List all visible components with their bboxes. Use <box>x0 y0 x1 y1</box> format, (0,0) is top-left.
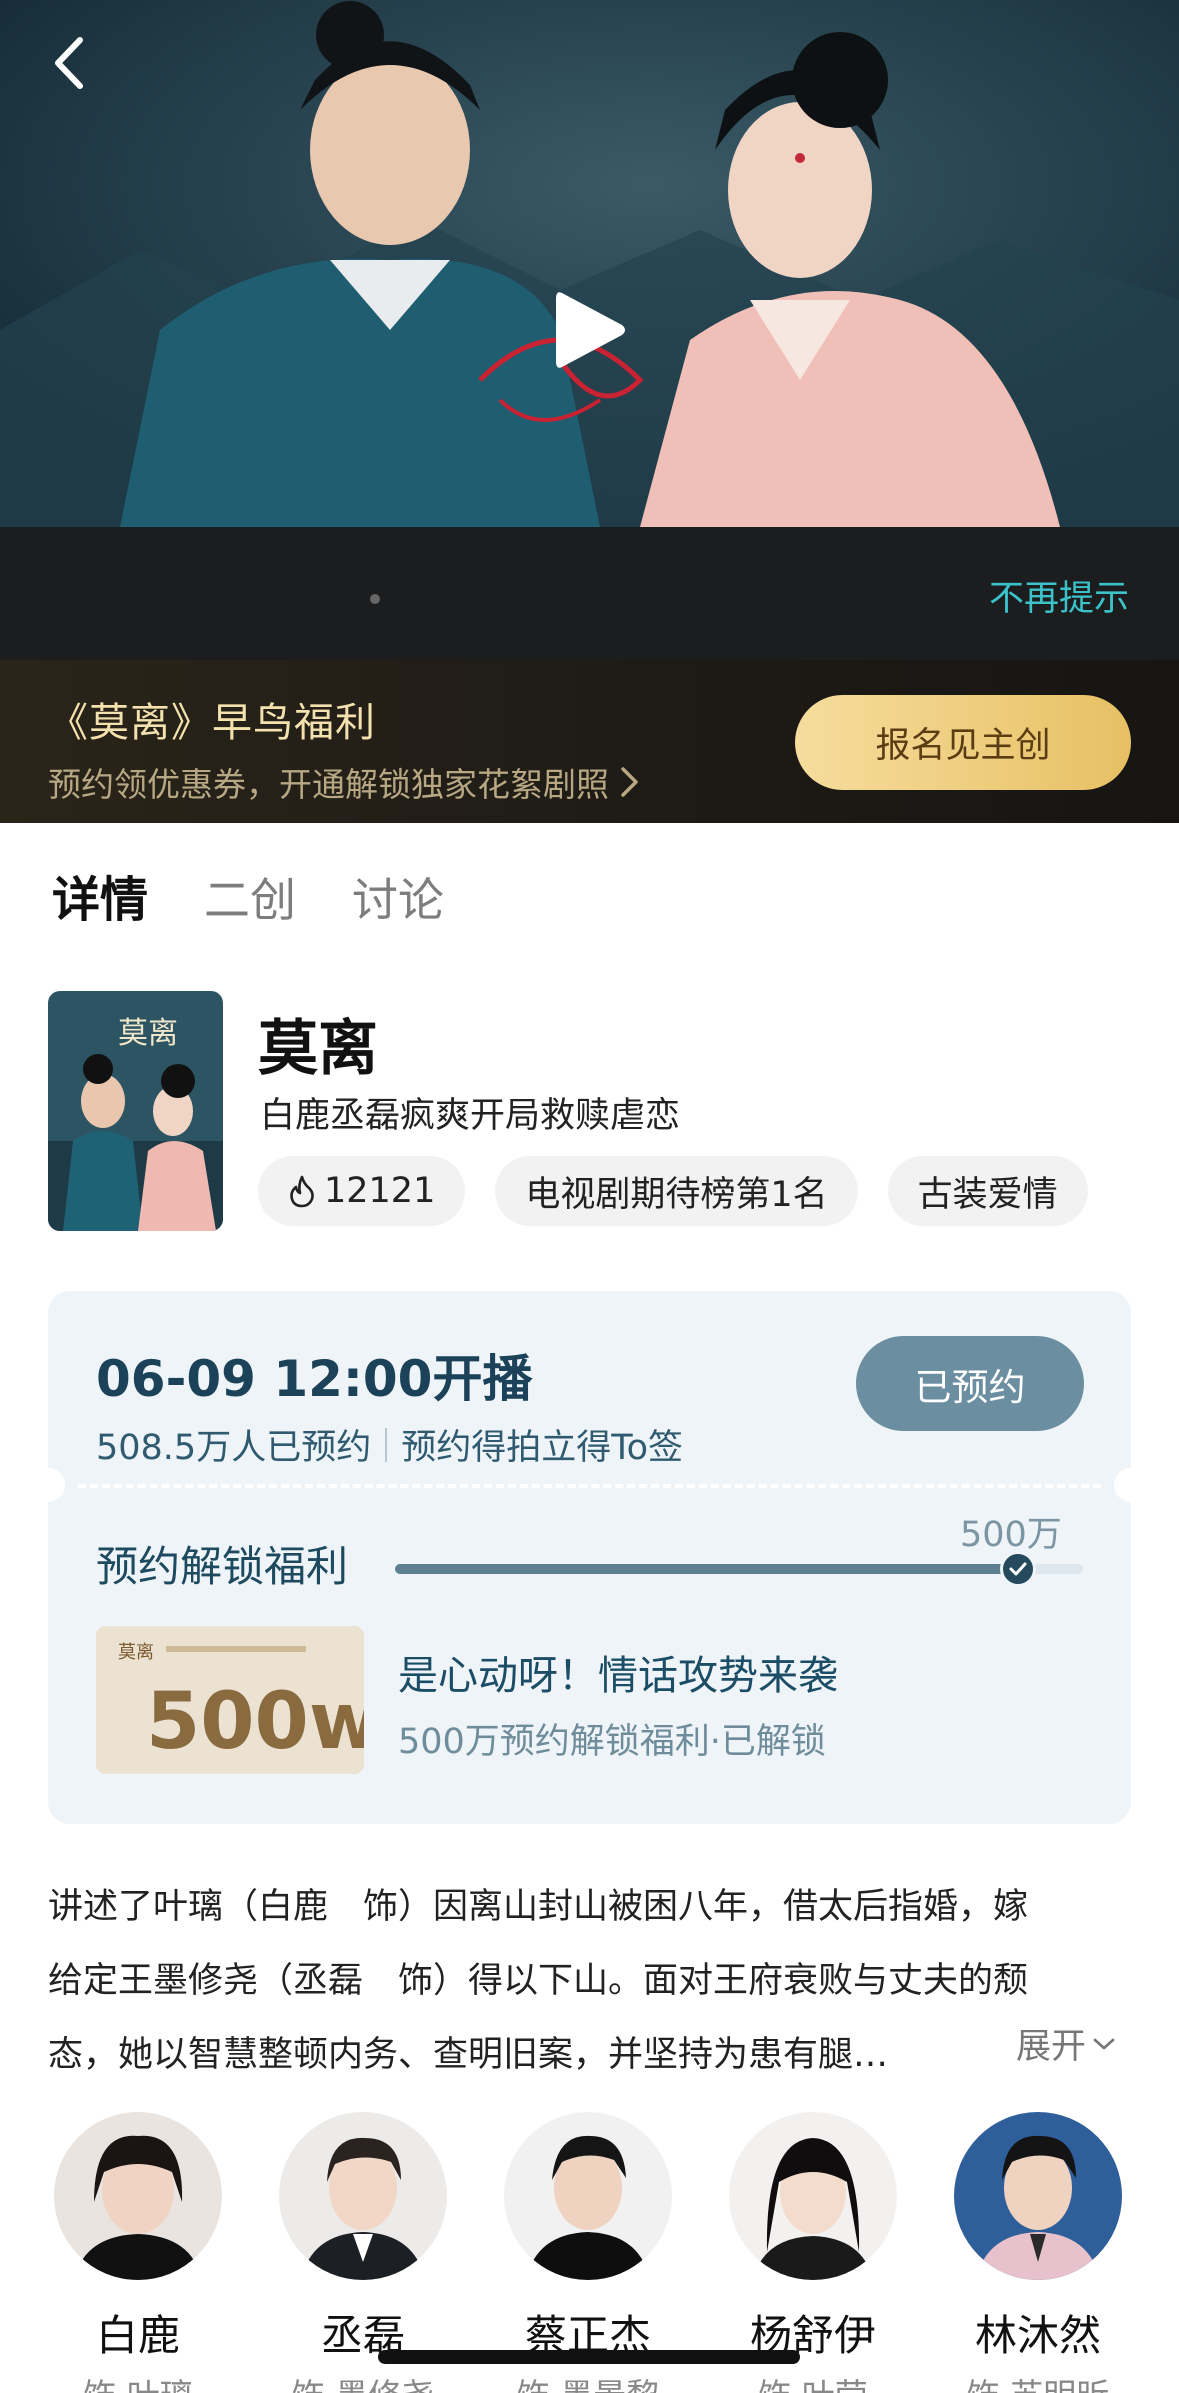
poster-art: 莫离 <box>48 991 223 1231</box>
dismiss-hint-button[interactable]: 不再提示 <box>989 570 1129 621</box>
milestone-check-knob[interactable] <box>999 1551 1036 1587</box>
cast-name: 林沐然 <box>974 2311 1101 2360</box>
promo-subtitle-text: 预约领优惠券，开通解锁独家花絮剧照 <box>48 765 609 804</box>
avatar <box>729 2112 897 2280</box>
reservation-perk: 预约得拍立得To签 <box>401 1428 684 1468</box>
avatar <box>954 2112 1122 2280</box>
avatar <box>279 2112 447 2280</box>
divider <box>385 1427 388 1462</box>
chevron-down-icon <box>1093 2038 1115 2049</box>
cast-member[interactable]: 白鹿 饰 叶璃 <box>38 2112 238 2393</box>
early-bird-banner[interactable]: 《莫离》早鸟福利 预约领优惠券，开通解锁独家花絮剧照 报名见主创 <box>0 660 1179 823</box>
heat-chip[interactable]: 12121 <box>258 1156 466 1226</box>
cast-role: 饰 墨景黎 <box>488 2369 688 2393</box>
reward-title[interactable]: 是心动呀！情话攻势来袭 <box>398 1643 838 1701</box>
tab-discussion[interactable]: 讨论 <box>352 864 444 930</box>
reservation-card: 06-09 12:00开播 508.5万人已预约 预约得拍立得To签 已预约 预… <box>31 1291 1148 1824</box>
show-tagline: 白鹿丞磊疯爽开局救赎虐恋 <box>260 1096 681 1136</box>
reward-image-text: 500w <box>146 1677 364 1767</box>
milestone-label: 500万 <box>960 1515 1062 1555</box>
tab-details[interactable]: 详情 <box>52 860 148 930</box>
tab-fan-creations[interactable]: 二创 <box>204 864 296 930</box>
cast-name: 白鹿 <box>95 2311 180 2360</box>
back-button[interactable] <box>38 28 98 98</box>
cast-role: 饰 叶璃 <box>38 2369 238 2393</box>
avatar <box>54 2112 222 2280</box>
cast-member[interactable]: 林沐然 饰 苏明昕 <box>938 2112 1138 2393</box>
ranking-chip[interactable]: 电视剧期待榜第1名 <box>495 1156 858 1226</box>
show-poster[interactable]: 莫离 <box>48 991 223 1231</box>
ticket-notch-left <box>31 1468 65 1502</box>
dashed-divider <box>78 1484 1101 1488</box>
chevron-left-icon <box>55 37 83 89</box>
ticket-notch-right <box>1114 1468 1148 1502</box>
flame-icon <box>290 1175 314 1208</box>
content-tabs: 详情 二创 讨论 <box>52 860 444 930</box>
reward-art: 莫离 500w <box>96 1626 364 1774</box>
synopsis-line: 讲述了叶璃（白鹿 饰）因离山封山被困八年，借太后指婚，嫁 <box>48 1887 1029 1927</box>
promo-title: 《莫离》早鸟福利 <box>48 700 376 746</box>
synopsis: 讲述了叶璃（白鹿 饰）因离山封山被困八年，借太后指婚，嫁 给定王墨修尧（丞磊 饰… <box>48 1870 1131 2092</box>
heat-count: 12121 <box>324 1171 436 1211</box>
synopsis-line: 态，她以智慧整顿内务、查明旧案，并坚持为患有腿… <box>48 2035 889 2075</box>
promo-subtitle[interactable]: 预约领优惠券，开通解锁独家花絮剧照 <box>48 758 641 806</box>
home-indicator <box>378 2350 800 2364</box>
check-icon <box>1009 1562 1027 1576</box>
unlock-progress-bar <box>395 1551 1083 1587</box>
chevron-right-icon <box>621 767 638 797</box>
reserved-count: 508.5万人已预约 <box>96 1428 372 1468</box>
cast-role: 饰 墨修尧 <box>263 2369 463 2393</box>
unlock-benefits-label: 预约解锁福利 <box>96 1542 349 1591</box>
expand-synopsis-button[interactable]: 展开 <box>1016 2018 1116 2069</box>
reservation-stats: 508.5万人已预约 预约得拍立得To签 <box>96 1419 683 1470</box>
video-still <box>0 0 1179 527</box>
cast-role: 饰 叶莹 <box>713 2369 913 2393</box>
play-button[interactable] <box>540 280 640 380</box>
cast-role: 饰 苏明昕 <box>938 2369 1138 2393</box>
poster-title-text: 莫离 <box>118 1016 178 1051</box>
genre-chip[interactable]: 古装爱情 <box>887 1156 1088 1226</box>
synopsis-line: 给定王墨修尧（丞磊 饰）得以下山。面对王府衰败与丈夫的颓 <box>48 1961 1029 2001</box>
reward-thumbnail[interactable]: 莫离 500w <box>96 1626 364 1774</box>
premiere-time: 06-09 12:00开播 <box>96 1350 533 1408</box>
carousel-indicator <box>370 594 380 604</box>
avatar <box>504 2112 672 2280</box>
signup-meet-creators-button[interactable]: 报名见主创 <box>795 695 1131 790</box>
video-hero[interactable]: 不再提示 <box>0 0 1179 660</box>
show-title: 莫离 <box>258 1014 378 1084</box>
reward-status: 500万预约解锁福利·已解锁 <box>398 1722 826 1762</box>
play-icon <box>556 292 625 368</box>
expand-label: 展开 <box>1016 2027 1087 2067</box>
tag-chips: 12121 电视剧期待榜第1名 古装爱情 <box>258 1156 1088 1226</box>
progress-fill <box>395 1564 1018 1574</box>
reserved-button[interactable]: 已预约 <box>856 1336 1084 1431</box>
reward-caption: 莫离 <box>118 1642 154 1663</box>
